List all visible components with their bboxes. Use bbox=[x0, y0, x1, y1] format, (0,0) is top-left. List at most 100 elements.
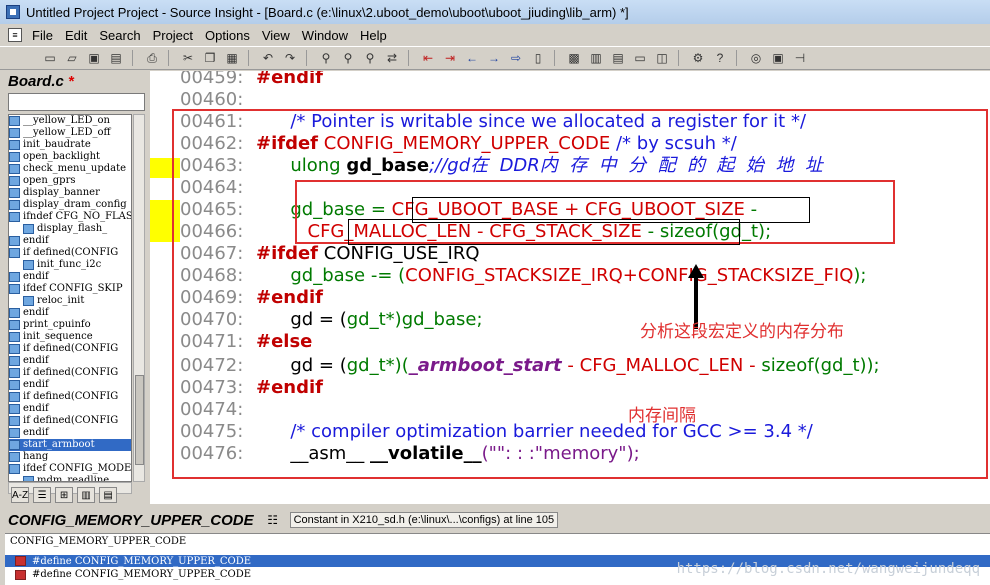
symbol-window-icon[interactable]: ▣ bbox=[768, 49, 788, 67]
back-icon[interactable]: ⇤ bbox=[418, 49, 438, 67]
menu-options[interactable]: Options bbox=[199, 28, 256, 43]
lookup-icon[interactable]: ▥ bbox=[586, 49, 606, 67]
symbol-list-item[interactable]: init_func_i2c bbox=[9, 259, 131, 271]
symbol-list-item[interactable]: if defined(CONFIG bbox=[9, 367, 131, 379]
menu-search[interactable]: Search bbox=[93, 28, 146, 43]
symbol-list-item[interactable]: init_baudrate bbox=[9, 139, 131, 151]
save-icon[interactable]: ▣ bbox=[84, 49, 104, 67]
symbol-list-item[interactable]: ifdef CONFIG_SKIP bbox=[9, 283, 131, 295]
help-icon[interactable]: ? bbox=[710, 49, 730, 67]
symbol-icon bbox=[9, 440, 20, 450]
panel-icon[interactable]: ⊣ bbox=[790, 49, 810, 67]
symbol-icon bbox=[9, 392, 20, 402]
symbol-list-item[interactable]: open_backlight bbox=[9, 151, 131, 163]
menu-window[interactable]: Window bbox=[296, 28, 354, 43]
menu-help[interactable]: Help bbox=[354, 28, 393, 43]
symbol-icon bbox=[9, 140, 20, 150]
symbol-label: open_backlight bbox=[23, 151, 101, 162]
symbol-list-item[interactable]: if defined(CONFIG bbox=[9, 391, 131, 403]
symbol-list-item[interactable]: __yellow_LED_on bbox=[9, 115, 131, 127]
book-icon[interactable]: ▥ bbox=[77, 487, 96, 503]
menu-edit[interactable]: Edit bbox=[59, 28, 93, 43]
find-icon[interactable]: ⚲ bbox=[316, 49, 336, 67]
copy-icon[interactable]: ❐ bbox=[200, 49, 220, 67]
context-pane[interactable]: CONFIG_MEMORY_UPPER_CODE #define CONFIG_… bbox=[5, 533, 990, 585]
menu-file[interactable]: File bbox=[26, 28, 59, 43]
nav-back-icon[interactable]: ← bbox=[462, 49, 482, 67]
find-prev-icon[interactable]: ⚲ bbox=[360, 49, 380, 67]
relation-icon[interactable]: ⚙ bbox=[688, 49, 708, 67]
context-icon[interactable]: ◎ bbox=[746, 49, 766, 67]
tree-view-icon[interactable]: ⊞ bbox=[55, 487, 74, 503]
symbol-icon bbox=[9, 380, 20, 390]
scrollbar-thumb[interactable] bbox=[135, 375, 144, 465]
symbol-list-item[interactable]: print_cpuinfo bbox=[9, 319, 131, 331]
symbol-list-item[interactable]: if defined(CONFIG bbox=[9, 247, 131, 259]
symbol-list-item[interactable]: endif bbox=[9, 379, 131, 391]
symbol-label: start_armboot bbox=[23, 439, 95, 450]
symbol-label: display_banner bbox=[23, 187, 100, 198]
symbol-list-item[interactable]: display_dram_config bbox=[9, 199, 131, 211]
symbol-filter-input[interactable] bbox=[8, 93, 145, 111]
symbol-icon bbox=[9, 332, 20, 342]
sort-az-button[interactable]: A-Z bbox=[11, 487, 30, 503]
open-icon[interactable]: ▱ bbox=[62, 49, 82, 67]
list-icon[interactable]: ▤ bbox=[608, 49, 628, 67]
forward-icon[interactable]: ⇥ bbox=[440, 49, 460, 67]
toolbar-separator bbox=[306, 50, 312, 66]
symbol-list-item[interactable]: open_gprs bbox=[9, 175, 131, 187]
list-view-icon[interactable]: ☰ bbox=[33, 487, 52, 503]
code-line: 00459: #endif bbox=[180, 71, 323, 88]
symbol-list-item[interactable]: display_banner bbox=[9, 187, 131, 199]
symbol-list-item[interactable]: check_menu_update bbox=[9, 163, 131, 175]
symbol-icon bbox=[9, 416, 20, 426]
print-icon[interactable]: ⎙ bbox=[142, 49, 162, 67]
symbol-list-item[interactable]: endif bbox=[9, 427, 131, 439]
jump-icon[interactable]: ⇨ bbox=[506, 49, 526, 67]
save-all-icon[interactable]: ▤ bbox=[106, 49, 126, 67]
symbol-list-item[interactable]: display_flash_ bbox=[9, 223, 131, 235]
annotation-outer-box bbox=[172, 109, 988, 479]
define-icon bbox=[15, 569, 26, 580]
properties-icon[interactable]: ▤ bbox=[99, 487, 118, 503]
symbol-list-item[interactable]: mdm_readline bbox=[9, 475, 131, 481]
symbol-panel: Board.c * __yellow_LED_on __yellow_LED_of… bbox=[5, 71, 146, 504]
paste-icon[interactable]: ▦ bbox=[222, 49, 242, 67]
replace-icon[interactable]: ⇄ bbox=[382, 49, 402, 67]
split-icon[interactable]: ◫ bbox=[652, 49, 672, 67]
new-file-icon[interactable]: ▭ bbox=[40, 49, 60, 67]
symbol-label: __yellow_LED_off bbox=[23, 127, 111, 138]
code-editor[interactable]: 00459: #endif 00460: 00461: /* Pointer is… bbox=[150, 71, 990, 504]
menu-project[interactable]: Project bbox=[147, 28, 199, 43]
symbol-list-item[interactable]: __yellow_LED_off bbox=[9, 127, 131, 139]
symbol-list-item[interactable]: ifdef CONFIG_MODEM bbox=[9, 463, 131, 475]
symbol-list-item[interactable]: hang bbox=[9, 451, 131, 463]
context-list-icon[interactable]: ☷ bbox=[262, 511, 284, 529]
symbol-list-item[interactable]: endif bbox=[9, 235, 131, 247]
menu-view[interactable]: View bbox=[256, 28, 296, 43]
symbol-list-item[interactable]: endif bbox=[9, 307, 131, 319]
document-menu-icon[interactable]: ≡ bbox=[8, 28, 22, 42]
symbol-list-item[interactable]: reloc_init bbox=[9, 295, 131, 307]
symbol-list-item[interactable]: endif bbox=[9, 271, 131, 283]
symbol-list-item[interactable]: init_sequence bbox=[9, 331, 131, 343]
symbol-list-item[interactable]: start_armboot bbox=[9, 439, 131, 451]
bookmark-icon[interactable]: ▯ bbox=[528, 49, 548, 67]
undo-icon[interactable]: ↶ bbox=[258, 49, 278, 67]
window-icon[interactable]: ▭ bbox=[630, 49, 650, 67]
symbol-list-item[interactable]: if defined(CONFIG bbox=[9, 415, 131, 427]
symbol-list[interactable]: __yellow_LED_on __yellow_LED_off init_baud… bbox=[8, 114, 132, 482]
context-line[interactable]: #define CONFIG_MEMORY_UPPER_CODE bbox=[15, 569, 251, 580]
cut-icon[interactable]: ✂ bbox=[178, 49, 198, 67]
find-next-icon[interactable]: ⚲ bbox=[338, 49, 358, 67]
symbol-icon bbox=[9, 356, 20, 366]
symbol-list-item[interactable]: endif bbox=[9, 355, 131, 367]
symbol-list-item[interactable]: if defined(CONFIG bbox=[9, 343, 131, 355]
browse-icon[interactable]: ▩ bbox=[564, 49, 584, 67]
toolbar-separator bbox=[168, 50, 174, 66]
symbol-list-scrollbar[interactable] bbox=[133, 114, 145, 482]
redo-icon[interactable]: ↷ bbox=[280, 49, 300, 67]
symbol-list-item[interactable]: endif bbox=[9, 403, 131, 415]
nav-forward-icon[interactable]: → bbox=[484, 49, 504, 67]
symbol-list-item[interactable]: ifndef CFG_NO_FLASH bbox=[9, 211, 131, 223]
